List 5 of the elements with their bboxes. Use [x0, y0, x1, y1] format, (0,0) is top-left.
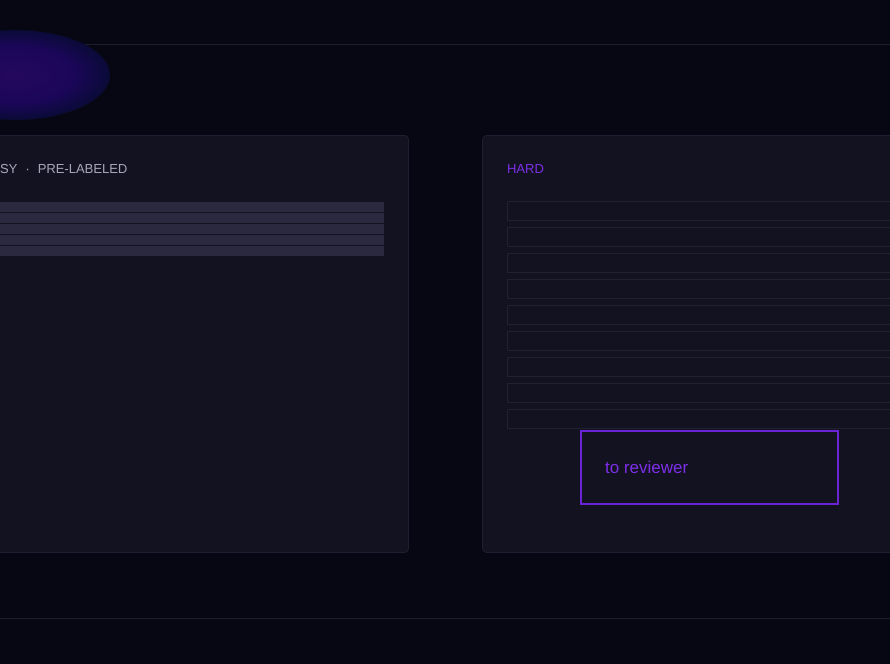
- to-reviewer-button[interactable]: to reviewer: [580, 430, 839, 505]
- separator-dot: ·: [25, 160, 30, 176]
- tag-label: SY: [0, 160, 18, 176]
- tag-label: HARD: [507, 160, 544, 176]
- tag-label: PRE-LABELED: [38, 160, 128, 176]
